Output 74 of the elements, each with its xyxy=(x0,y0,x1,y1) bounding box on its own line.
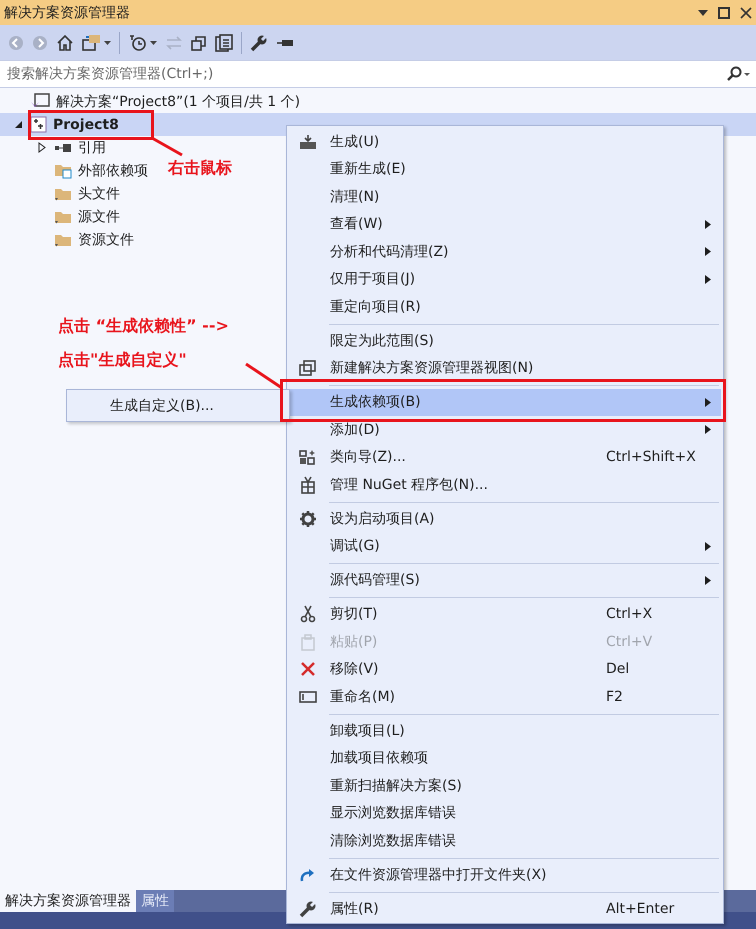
close-icon xyxy=(300,661,316,678)
scissors-icon xyxy=(300,605,316,624)
gift-icon xyxy=(300,476,316,494)
folder-icon xyxy=(54,209,72,224)
menu-item[interactable]: 类向导(Z)... Ctrl+Shift+X xyxy=(289,444,721,471)
search-icon[interactable] xyxy=(725,66,751,82)
wrench-icon xyxy=(299,900,317,918)
tree-item-label[interactable]: 源文件 xyxy=(78,208,120,226)
tree-item-label[interactable]: 引用 xyxy=(78,138,106,156)
wrench-icon[interactable] xyxy=(250,34,268,52)
switch-arrows-icon[interactable] xyxy=(165,34,183,50)
menu-item[interactable]: 移除(V) Del xyxy=(289,656,721,683)
close-icon[interactable] xyxy=(740,6,752,18)
submenu-item[interactable]: 生成自定义(B)... xyxy=(110,396,214,414)
menu-item[interactable]: 设为启动项目(A) xyxy=(289,505,721,532)
collapse-all-icon[interactable] xyxy=(191,34,207,50)
menu-item[interactable]: 清理(N) xyxy=(289,183,721,210)
copy-icon[interactable] xyxy=(215,34,233,52)
menu-item[interactable]: 分析和代码清理(Z) xyxy=(289,238,721,266)
tree-item-label[interactable]: Project8 xyxy=(53,116,119,132)
window-title: 解决方案资源管理器 xyxy=(4,4,130,22)
menu-item[interactable]: 限定为此范围(S) xyxy=(289,327,721,354)
menu-item[interactable]: 重新生成(E) xyxy=(289,156,721,183)
dropdown-caret-icon[interactable] xyxy=(104,40,111,44)
leader-line xyxy=(151,136,183,156)
tree-item-label[interactable]: 外部依赖项 xyxy=(78,162,148,180)
menu-item[interactable]: 查看(W) xyxy=(289,210,721,238)
rename-icon xyxy=(299,690,317,703)
wizard-icon xyxy=(299,449,317,466)
menu-item[interactable]: 卸载项目(L) xyxy=(289,717,721,744)
folder-icon xyxy=(54,232,72,247)
menu-item[interactable]: 仅用于项目(J) xyxy=(289,266,721,293)
menu-item[interactable]: 新建解决方案资源管理器视图(N) xyxy=(289,354,721,382)
annotation-text: 点击"生成自定义" xyxy=(58,350,187,371)
folder-icon xyxy=(54,162,72,179)
sync-icon[interactable] xyxy=(82,34,102,52)
menu-item[interactable]: 在文件资源管理器中打开文件夹(X) xyxy=(289,861,721,888)
panel-tab[interactable]: 解决方案资源管理器 xyxy=(0,890,136,912)
menu-item[interactable]: 管理 NuGet 程序包(N)... xyxy=(289,471,721,498)
menu-item[interactable]: 剪切(T) Ctrl+X xyxy=(289,600,721,628)
menu-item[interactable]: 重命名(M) F2 xyxy=(289,683,721,710)
menu-item[interactable]: 加载项目依赖项 xyxy=(289,744,721,772)
expand-arrow-icon[interactable] xyxy=(36,142,48,153)
dropdown-caret-icon[interactable] xyxy=(698,10,708,16)
search-field[interactable]: 搜索解决方案资源管理器(Ctrl+;) xyxy=(0,60,756,88)
menu-item[interactable]: 源代码管理(S) xyxy=(289,566,721,594)
tree-item-label[interactable]: 头文件 xyxy=(78,184,120,202)
pin-icon[interactable] xyxy=(276,38,294,46)
windows-icon xyxy=(299,360,317,376)
home-icon[interactable] xyxy=(56,34,74,52)
annotation-text: 右击鼠标 xyxy=(168,158,232,179)
menu-item[interactable]: 重定向项目(R) xyxy=(289,293,721,320)
menu-item[interactable]: 属性(R) Alt+Enter xyxy=(289,895,721,922)
menu-item[interactable]: 重新扫描解决方案(S) xyxy=(289,772,721,800)
folder-icon xyxy=(54,186,72,201)
gear-icon xyxy=(299,510,317,528)
menu-item[interactable]: 调试(G) xyxy=(289,532,721,560)
menu-item[interactable]: 生成(U) xyxy=(289,128,721,156)
annotation-text: 点击 “生成依赖性” --> xyxy=(58,316,229,337)
dropdown-caret-icon[interactable] xyxy=(150,40,157,44)
clipboard-icon xyxy=(300,632,316,651)
menu-item[interactable]: 清除浏览数据库错误 xyxy=(289,827,721,854)
tree-item-label[interactable]: 解决方案“Project8”(1 个项目/共 1 个) xyxy=(56,92,300,110)
build-icon xyxy=(299,134,317,150)
menu-item[interactable]: 显示浏览数据库错误 xyxy=(289,800,721,827)
menu-item[interactable]: 生成依赖项(B) xyxy=(289,388,721,416)
references-icon xyxy=(54,142,72,152)
project-icon xyxy=(30,116,47,133)
menu-item[interactable]: 添加(D) xyxy=(289,416,721,444)
history-icon[interactable] xyxy=(128,34,148,52)
tree-item-label[interactable]: 资源文件 xyxy=(78,230,134,248)
search-input[interactable]: 搜索解决方案资源管理器(Ctrl+;) xyxy=(5,65,725,83)
leader-line xyxy=(245,362,283,390)
maximize-icon[interactable] xyxy=(718,6,730,18)
